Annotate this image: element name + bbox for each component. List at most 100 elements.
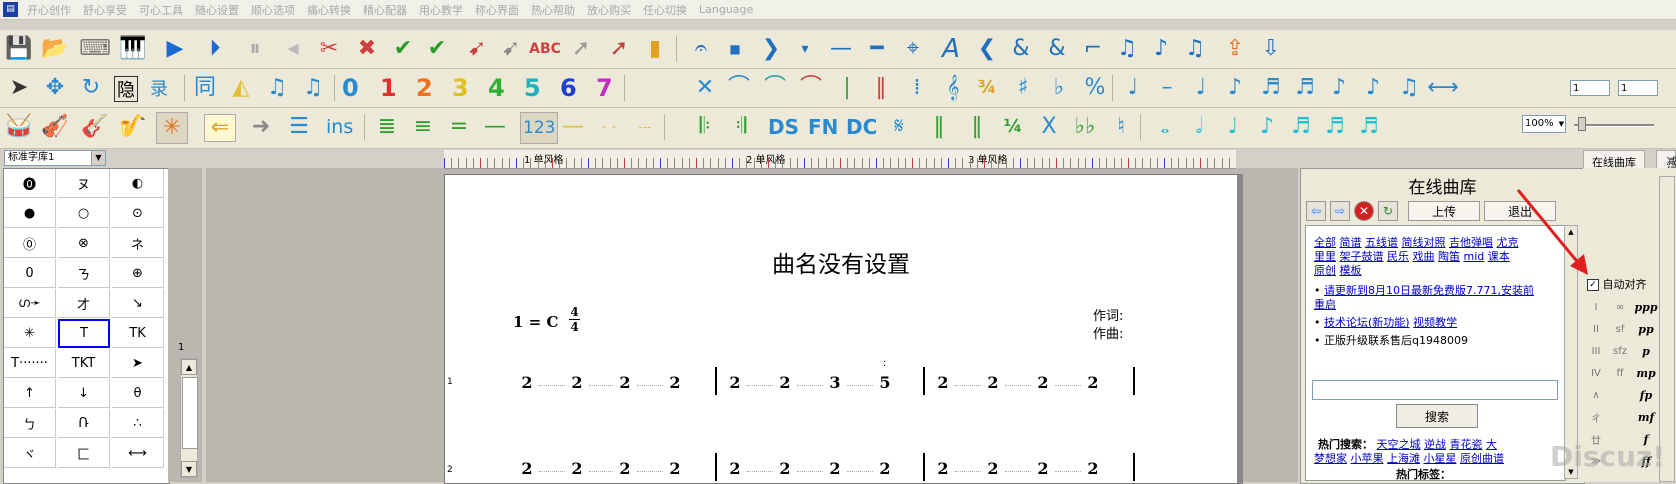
- ds-button[interactable]: DS: [768, 112, 799, 142]
- sixteenth-note-cyan-icon[interactable]: ♬: [1286, 112, 1316, 142]
- quarter-note-cyan-icon[interactable]: ♩: [1218, 112, 1248, 142]
- auto-align-checkbox[interactable]: ✓: [1587, 279, 1599, 291]
- eighth-note-cyan-icon[interactable]: ♪: [1252, 112, 1282, 142]
- chevron-left-icon[interactable]: ❮: [972, 34, 1002, 64]
- small-mark[interactable]: I: [1587, 296, 1605, 318]
- fermata-icon[interactable]: 𝄐: [686, 34, 716, 64]
- note[interactable]: 2: [1035, 459, 1051, 478]
- symbol-cell[interactable]: ⊗: [58, 229, 110, 258]
- note-icon[interactable]: ♫: [1112, 34, 1142, 64]
- note[interactable]: 3: [827, 373, 843, 392]
- text-a-icon[interactable]: A: [936, 34, 966, 64]
- note[interactable]: 2: [877, 459, 893, 478]
- natural-icon[interactable]: ♮: [1106, 112, 1136, 142]
- note[interactable]: 2: [569, 373, 585, 392]
- arrow-tool-icon[interactable]: ➹: [496, 34, 526, 64]
- close-icon[interactable]: ✕: [1354, 201, 1374, 221]
- symbol-cell[interactable]: Ռ: [58, 409, 110, 438]
- update-link[interactable]: 请更新到8月10日最新免费版7.771,安装前: [1324, 284, 1534, 297]
- search-input[interactable]: [1312, 380, 1558, 400]
- cut-icon[interactable]: ✂: [314, 34, 344, 64]
- dynamic-mark[interactable]: fp: [1635, 384, 1657, 406]
- thirtysecond-note-cyan-icon[interactable]: ♬: [1320, 112, 1350, 142]
- note[interactable]: 2: [617, 459, 633, 478]
- percent-icon[interactable]: %: [1080, 73, 1110, 103]
- beamed-notes-alt-icon[interactable]: ♫: [298, 73, 328, 103]
- tie-arc-icon[interactable]: ⌒: [760, 73, 790, 103]
- note[interactable]: 2: [617, 373, 633, 392]
- save-icon[interactable]: 💾: [4, 34, 34, 64]
- category-link[interactable]: 模板: [1340, 264, 1362, 277]
- dynamic-mark[interactable]: mf: [1635, 406, 1657, 428]
- right-scrollbar[interactable]: [1659, 176, 1675, 482]
- symbol-cell[interactable]: ∴: [112, 409, 164, 438]
- number-6-button[interactable]: 6: [560, 73, 577, 103]
- sixtyfourth-note-cyan-icon[interactable]: ♬: [1354, 112, 1384, 142]
- whole-note-icon[interactable]: 𝅝: [1150, 112, 1180, 142]
- list-icon[interactable]: ☰: [284, 112, 314, 142]
- measure-width-icon[interactable]: ⟷: [1427, 73, 1459, 103]
- menu-item[interactable]: 任心切换: [637, 2, 693, 18]
- dynamic-mark[interactable]: mp: [1635, 362, 1657, 384]
- eighth-note-icon[interactable]: ♪: [1220, 73, 1250, 103]
- hot-search-link[interactable]: 小苹果: [1351, 452, 1384, 465]
- time-signature-icon[interactable]: ¾: [972, 73, 1002, 103]
- symbol-cell[interactable]: ヾ: [4, 439, 56, 468]
- update-link-tail[interactable]: 重启: [1314, 298, 1336, 311]
- forum-link[interactable]: 技术论坛(新功能): [1324, 316, 1410, 329]
- symbol-cell[interactable]: ⊕: [112, 259, 164, 288]
- small-mark[interactable]: II: [1587, 318, 1605, 340]
- arrow-color-icon[interactable]: ➹: [462, 34, 492, 64]
- category-link[interactable]: 原创: [1314, 264, 1336, 277]
- stop-icon[interactable]: ◂: [278, 34, 308, 64]
- dynamic-mark[interactable]: pp: [1635, 318, 1657, 340]
- hot-search-link[interactable]: 原创曲谱: [1460, 452, 1504, 465]
- check-color-icon[interactable]: ✔: [422, 34, 452, 64]
- lines-4-icon[interactable]: ≣: [372, 112, 402, 142]
- search-button[interactable]: 搜索: [1396, 404, 1478, 428]
- arrow-right-icon[interactable]: ➜: [246, 112, 276, 142]
- beam-note-icon[interactable]: ♫: [1394, 73, 1424, 103]
- quarter-note-alt-icon[interactable]: ♩: [1186, 73, 1216, 103]
- symbol-cell[interactable]: ⊙: [112, 199, 164, 228]
- symbol-cell[interactable]: ㄋ: [58, 259, 110, 288]
- asterisk-tool-icon[interactable]: ✳: [156, 112, 188, 144]
- hot-search-link[interactable]: 小星星: [1424, 452, 1457, 465]
- barline[interactable]: [923, 367, 925, 395]
- drum-icon[interactable]: 🥁: [4, 112, 34, 142]
- note[interactable]: 2: [935, 459, 951, 478]
- loop-icon[interactable]: ↻: [76, 73, 106, 103]
- half-dash-icon[interactable]: –: [1152, 73, 1182, 103]
- half-note-icon[interactable]: 𝅗𝅥: [1184, 112, 1214, 142]
- fn-button[interactable]: FN: [808, 112, 838, 142]
- scroll-up-icon[interactable]: ▲: [181, 359, 197, 375]
- menu-item[interactable]: 称心界面: [469, 2, 525, 18]
- hot-search-link[interactable]: 梦想家: [1314, 452, 1347, 465]
- repeat-start-icon[interactable]: 𝄆: [690, 112, 720, 142]
- forward-icon[interactable]: ⇨: [1330, 201, 1350, 221]
- thirtysecond-note-icon[interactable]: ♬: [1290, 73, 1320, 103]
- app-icon[interactable]: ▤: [3, 2, 18, 17]
- double-barline-green-icon[interactable]: ‖: [962, 112, 992, 142]
- zoom-select[interactable]: 100% ▼: [1522, 115, 1566, 133]
- menu-item[interactable]: 可心工具: [133, 2, 189, 18]
- symbol-cell[interactable]: ↑: [4, 379, 56, 408]
- repeat-barline-icon[interactable]: ⁞: [902, 73, 932, 103]
- symbol-cell[interactable]: ネ: [112, 229, 164, 258]
- symbol-cell[interactable]: ഗ➛: [4, 289, 56, 318]
- category-link[interactable]: 民乐: [1387, 250, 1409, 263]
- note-bend-icon[interactable]: ♪: [1146, 34, 1176, 64]
- rest-x-icon[interactable]: ✕: [690, 73, 720, 103]
- small-mark[interactable]: ∧: [1587, 384, 1605, 406]
- staff-spin-1[interactable]: 1: [1570, 80, 1610, 96]
- symbol-cell[interactable]: ◐: [112, 169, 164, 198]
- symbol-cell[interactable]: ↓: [58, 379, 110, 408]
- symbol-cell[interactable]: ヌ: [58, 169, 110, 198]
- dynamic-mark[interactable]: ppp: [1634, 296, 1657, 318]
- symbol-library-select[interactable]: 标准字库1 ▼: [4, 150, 106, 166]
- small-mark[interactable]: IV: [1587, 362, 1605, 384]
- video-link[interactable]: 视频教学: [1413, 316, 1457, 329]
- note[interactable]: 2: [1085, 373, 1101, 392]
- barline[interactable]: [715, 367, 717, 395]
- slur-icon[interactable]: ⌒: [724, 73, 754, 103]
